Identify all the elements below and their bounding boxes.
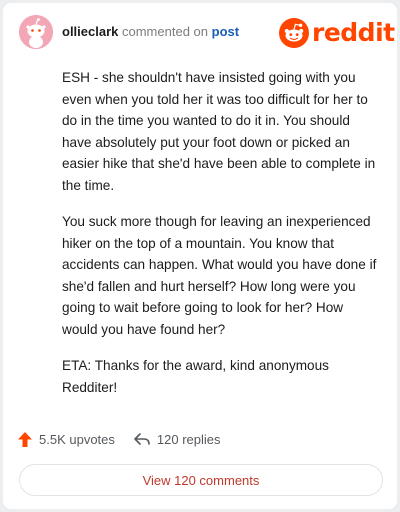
reddit-snoo-avatar-icon	[19, 15, 53, 49]
username-link[interactable]: ollieclark	[62, 24, 118, 39]
upvote-arrow-icon	[18, 431, 32, 447]
comment-action-text: commented on	[122, 24, 208, 39]
comment-header: ollieclark commented on post reddit	[3, 3, 397, 63]
reddit-logo[interactable]: reddit	[279, 17, 395, 49]
comment-meta: ollieclark commented on post	[62, 24, 239, 39]
comment-card: ollieclark commented on post reddit ESH …	[3, 3, 397, 509]
replies-button[interactable]: 120 replies	[133, 431, 221, 447]
reply-count: 120 replies	[156, 431, 221, 447]
reddit-wordmark: reddit	[312, 18, 395, 47]
comment-actions: 5.5K upvotes 120 replies	[17, 429, 221, 449]
post-link[interactable]: post	[212, 24, 239, 39]
view-comments-button[interactable]: View 120 comments	[19, 464, 383, 496]
upvote-button[interactable]: 5.5K upvotes	[17, 431, 115, 448]
comment-paragraph: ESH - she shouldn't have insisted going …	[62, 70, 376, 193]
comment-paragraph: You suck more though for leaving an inex…	[62, 214, 377, 337]
upvote-count: 5.5K upvotes	[39, 431, 115, 447]
comment-body: ESH - she shouldn't have insisted going …	[62, 67, 382, 413]
reddit-snoo-icon	[279, 18, 309, 48]
avatar[interactable]	[19, 15, 53, 49]
comment-paragraph: ETA: Thanks for the award, kind anonymou…	[62, 358, 329, 395]
reply-arrow-icon	[134, 433, 150, 445]
